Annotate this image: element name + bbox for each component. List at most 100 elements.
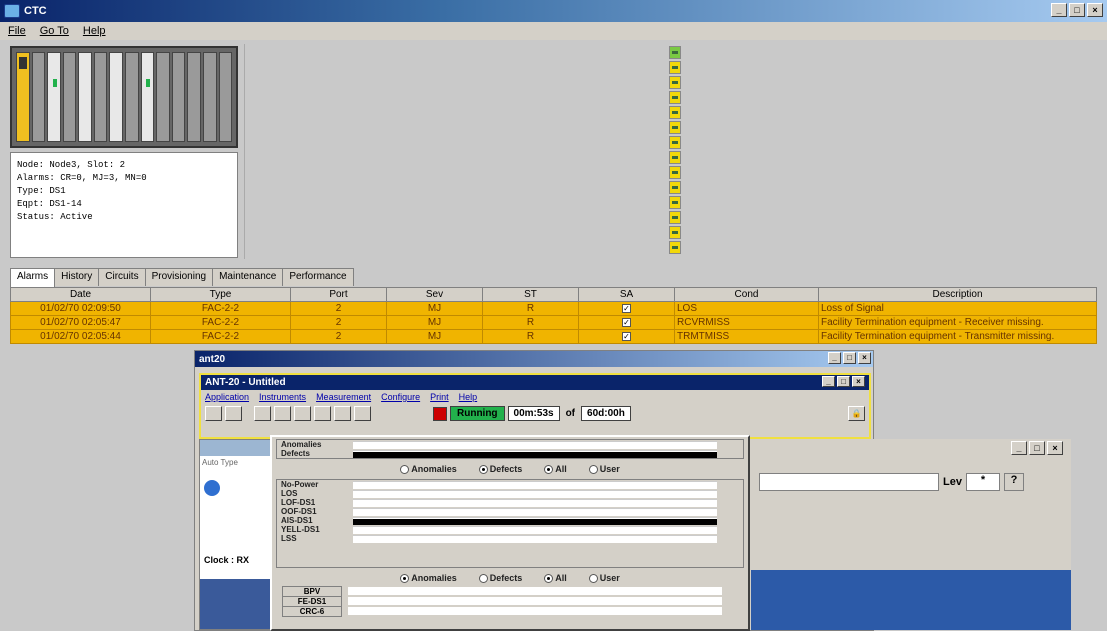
toolbar-button[interactable] <box>314 406 331 421</box>
shelf-slot[interactable] <box>156 52 170 142</box>
column-header-date[interactable]: Date <box>10 287 151 302</box>
radio-anomalies[interactable]: Anomalies <box>400 573 457 584</box>
shelf-slot[interactable] <box>62 52 77 142</box>
menu-instruments[interactable]: Instruments <box>259 392 306 402</box>
port-indicator[interactable] <box>669 166 681 179</box>
port-indicator[interactable] <box>669 226 681 239</box>
menu-goto[interactable]: Go To <box>40 25 69 37</box>
shelf-slot[interactable] <box>140 52 155 142</box>
ant20-main-window[interactable]: ANT-20 - Untitled _ □ × Application Inst… <box>199 373 871 439</box>
toolbar-button[interactable] <box>334 406 351 421</box>
toolbar-button[interactable] <box>354 406 371 421</box>
maximize-button[interactable]: □ <box>837 376 850 387</box>
port-indicator[interactable] <box>669 91 681 104</box>
menu-auto[interactable]: Auto <box>202 458 218 467</box>
menu-print[interactable]: Print <box>430 392 449 402</box>
ant20-main-window-controls: _ □ × <box>822 376 865 387</box>
shelf-slot[interactable] <box>202 52 217 142</box>
help-icon[interactable]: ? <box>1003 473 1024 491</box>
radio-user[interactable]: User <box>588 464 620 475</box>
menu-file[interactable]: File <box>8 25 26 37</box>
stop-icon[interactable] <box>433 406 447 421</box>
menu-configure[interactable]: Configure <box>381 392 420 402</box>
tab-performance[interactable]: Performance <box>282 268 354 286</box>
column-header-sev[interactable]: Sev <box>386 287 483 302</box>
radio-anomalies[interactable]: Anomalies <box>400 464 457 475</box>
minimize-button[interactable]: _ <box>1011 441 1027 455</box>
shelf-slot[interactable] <box>47 52 61 142</box>
column-header-type[interactable]: Type <box>150 287 291 302</box>
level-background <box>751 570 1071 630</box>
shelf-slot[interactable] <box>171 52 186 142</box>
menu-measurement[interactable]: Measurement <box>316 392 371 402</box>
port-indicator[interactable] <box>669 151 681 164</box>
close-button[interactable]: × <box>1087 3 1103 17</box>
table-row[interactable]: 01/02/70 02:05:47 FAC-2-2 2 MJ R ✓ RCVRM… <box>10 315 1097 330</box>
shelf-slot[interactable] <box>109 52 124 142</box>
tab-provisioning[interactable]: Provisioning <box>144 268 214 286</box>
anomalies-defects-panel[interactable]: Anomalies Defects Anomalies Defects All … <box>270 435 750 631</box>
menu-type[interactable]: Type <box>221 458 238 467</box>
toolbar-button[interactable] <box>225 406 242 421</box>
lev-select[interactable]: * <box>965 473 1000 491</box>
port-indicator[interactable] <box>669 136 681 149</box>
port-indicator[interactable] <box>669 46 681 59</box>
shelf-slot[interactable] <box>78 52 92 142</box>
port-indicator[interactable] <box>669 181 681 194</box>
signal-window[interactable]: Auto Type Clock : RX <box>199 439 273 630</box>
tab-history[interactable]: History <box>54 268 100 286</box>
radio-all[interactable]: All <box>544 573 567 584</box>
toolbar-button[interactable] <box>274 406 291 421</box>
shelf-slot[interactable] <box>93 52 108 142</box>
port-indicator[interactable] <box>669 241 681 254</box>
tab-maintenance[interactable]: Maintenance <box>212 268 284 286</box>
menu-help[interactable]: Help <box>83 25 106 37</box>
shelf-slot[interactable] <box>218 52 233 142</box>
shelf-view[interactable] <box>10 46 238 148</box>
radio-user[interactable]: User <box>588 573 620 584</box>
column-header-st[interactable]: ST <box>482 287 579 302</box>
port-indicator[interactable] <box>669 61 681 74</box>
toolbar-button[interactable] <box>294 406 311 421</box>
card-port-strip[interactable] <box>669 46 681 260</box>
port-indicator[interactable] <box>669 196 681 209</box>
level-window[interactable]: _ □ × Lev * ? <box>751 439 1071 630</box>
port-indicator[interactable] <box>669 121 681 134</box>
minimize-button[interactable]: _ <box>1051 3 1067 17</box>
column-header-port[interactable]: Port <box>290 287 387 302</box>
level-field[interactable] <box>759 473 939 491</box>
radio-all[interactable]: All <box>544 464 567 475</box>
sa-checkbox[interactable]: ✓ <box>622 304 631 313</box>
shelf-slot[interactable] <box>31 52 46 142</box>
toolbar-button[interactable] <box>254 406 271 421</box>
port-indicator[interactable] <box>669 106 681 119</box>
menu-help[interactable]: Help <box>459 392 478 402</box>
radio-defects[interactable]: Defects <box>478 464 522 475</box>
minimize-button[interactable]: _ <box>828 352 841 364</box>
port-indicator[interactable] <box>669 76 681 89</box>
column-header-sa[interactable]: SA <box>578 287 675 302</box>
maximize-button[interactable]: □ <box>843 352 856 364</box>
close-button[interactable]: × <box>858 352 871 364</box>
menu-application[interactable]: Application <box>205 392 249 402</box>
port-indicator[interactable] <box>669 211 681 224</box>
table-row[interactable]: 01/02/70 02:09:50 FAC-2-2 2 MJ R ✓ LOS L… <box>10 301 1097 316</box>
column-header-description[interactable]: Description <box>818 287 1097 302</box>
minimize-button[interactable]: _ <box>822 376 835 387</box>
column-header-cond[interactable]: Cond <box>674 287 819 302</box>
tab-circuits[interactable]: Circuits <box>98 268 146 286</box>
close-button[interactable]: × <box>1047 441 1063 455</box>
radio-defects[interactable]: Defects <box>478 573 522 584</box>
tab-alarms[interactable]: Alarms <box>10 268 56 287</box>
maximize-button[interactable]: □ <box>1029 441 1045 455</box>
close-button[interactable]: × <box>852 376 865 387</box>
shelf-slot[interactable] <box>16 52 30 142</box>
shelf-slot[interactable] <box>187 52 201 142</box>
table-row[interactable]: 01/02/70 02:05:44 FAC-2-2 2 MJ R ✓ TRMTM… <box>10 329 1097 344</box>
shelf-slot[interactable] <box>125 52 139 142</box>
maximize-button[interactable]: □ <box>1069 3 1085 17</box>
sa-checkbox[interactable]: ✓ <box>622 332 631 341</box>
toolbar-button[interactable] <box>205 406 222 421</box>
sa-checkbox[interactable]: ✓ <box>622 318 631 327</box>
lock-icon[interactable]: 🔒 <box>848 406 865 421</box>
